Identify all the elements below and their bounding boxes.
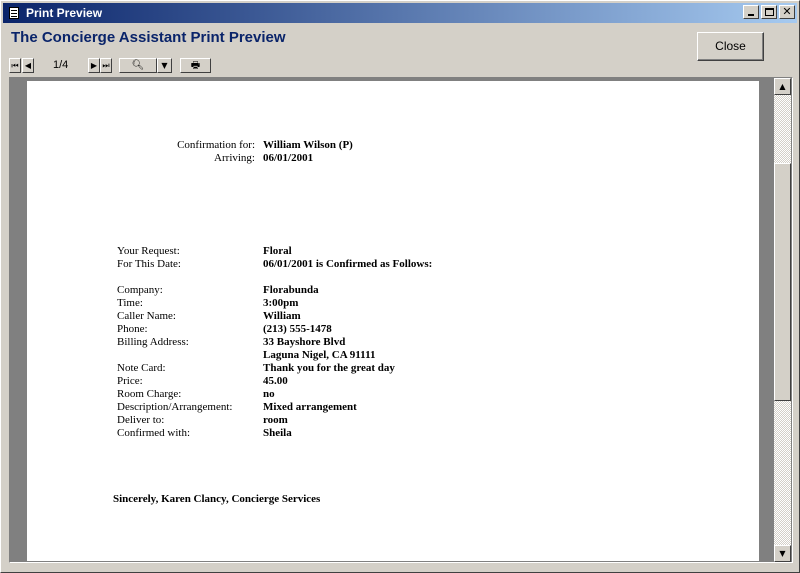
preview-frame: Confirmation for: William Wilson (P) Arr… (9, 77, 793, 563)
confirmation-for-label: Confirmation for: (177, 139, 255, 151)
detail-value: Florabunda (263, 284, 319, 296)
detail-value: Mixed arrangement (263, 401, 357, 413)
chevron-down-icon: ▼ (161, 61, 168, 70)
detail-value: Laguna Nigel, CA 91111 (263, 349, 376, 361)
detail-row: Laguna Nigel, CA 91111 (27, 349, 759, 362)
last-page-button[interactable]: ⏭ (100, 58, 112, 73)
magnifier-icon: 🔍︎ (131, 60, 145, 71)
request-row: Your Request: Floral (27, 245, 759, 258)
request-row: For This Date: 06/01/2001 is Confirmed a… (27, 258, 759, 271)
arriving-value: 06/01/2001 (263, 152, 314, 164)
minimize-button[interactable] (743, 5, 759, 19)
print-preview-icon (6, 6, 22, 20)
vertical-scrollbar[interactable]: ▲ ▼ (774, 78, 791, 562)
print-preview-window: Print Preview ✕ The Concierge Assistant … (0, 0, 800, 573)
detail-value: Sheila (263, 427, 292, 439)
zoom-dropdown-button[interactable]: ▼ (157, 58, 172, 73)
close-icon: ✕ (782, 5, 792, 18)
arrow-up-icon: ▲ (779, 82, 786, 91)
detail-row: Phone: (213) 555-1478 (27, 323, 759, 336)
page-indicator: 1/4 (53, 59, 69, 71)
window-title: Print Preview (26, 6, 103, 20)
arrow-down-icon: ▼ (779, 549, 786, 558)
confirmation-for-value: William Wilson (P) (263, 139, 353, 151)
previous-page-icon: ◀ (24, 61, 32, 70)
preview-toolbar: ⏮ ◀ 1/4 ▶ ⏭ 🔍︎ ▼ 🖶 (9, 58, 309, 74)
for-this-date-value: 06/01/2001 is Confirmed as Follows: (263, 258, 433, 270)
detail-row: Time: 3:00pm (27, 297, 759, 310)
detail-label: Caller Name: (117, 310, 176, 322)
detail-row: Description/Arrangement: Mixed arrangeme… (27, 401, 759, 414)
your-request-label: Your Request: (117, 245, 180, 257)
header-row: Confirmation for: William Wilson (P) (27, 139, 759, 152)
maximize-icon (765, 8, 774, 16)
maximize-button[interactable] (761, 5, 777, 19)
detail-label: Room Charge: (117, 388, 182, 400)
detail-value: room (263, 414, 288, 426)
print-button[interactable]: 🖶 (180, 58, 211, 73)
detail-value: William (263, 310, 301, 322)
zoom-button[interactable]: 🔍︎ (119, 58, 157, 73)
detail-row: Deliver to: room (27, 414, 759, 427)
close-window-button[interactable]: ✕ (779, 5, 795, 19)
detail-row: Confirmed with: Sheila (27, 427, 759, 440)
detail-row: Note Card: Thank you for the great day (27, 362, 759, 375)
detail-label: Billing Address: (117, 336, 189, 348)
detail-label: Deliver to: (117, 414, 165, 426)
detail-value: Thank you for the great day (263, 362, 395, 374)
preview-page: Confirmation for: William Wilson (P) Arr… (27, 81, 759, 561)
detail-row: Company: Florabunda (27, 284, 759, 297)
detail-label: Confirmed with: (117, 427, 191, 439)
detail-value: 45.00 (263, 375, 288, 387)
detail-label: Company: (117, 284, 163, 296)
header-row: Arriving: 06/01/2001 (27, 152, 759, 165)
for-this-date-label: For This Date: (117, 258, 181, 270)
scroll-thumb[interactable] (774, 163, 791, 401)
next-page-button[interactable]: ▶ (88, 58, 100, 73)
detail-label: Price: (117, 375, 143, 387)
previous-page-button[interactable]: ◀ (22, 58, 34, 73)
detail-label: Note Card: (117, 362, 166, 374)
first-page-icon: ⏮ (11, 61, 19, 70)
minimize-icon (748, 14, 754, 16)
last-page-icon: ⏭ (102, 61, 110, 70)
scroll-down-button[interactable]: ▼ (774, 545, 791, 562)
detail-value: 3:00pm (263, 297, 299, 309)
detail-value: (213) 555-1478 (263, 323, 332, 335)
arriving-label: Arriving: (214, 152, 255, 164)
printer-icon: 🖶 (190, 60, 201, 71)
title-bar[interactable]: Print Preview ✕ (3, 3, 797, 23)
close-button[interactable]: Close (697, 32, 764, 61)
detail-value: no (263, 388, 275, 400)
page-title: The Concierge Assistant Print Preview (11, 29, 286, 46)
preview-area[interactable]: Confirmation for: William Wilson (P) Arr… (11, 79, 773, 561)
detail-row: Price: 45.00 (27, 375, 759, 388)
your-request-value: Floral (263, 245, 292, 257)
next-page-icon: ▶ (90, 61, 98, 70)
detail-row: Room Charge: no (27, 388, 759, 401)
first-page-button[interactable]: ⏮ (9, 58, 21, 73)
detail-label: Description/Arrangement: (117, 401, 233, 413)
scroll-up-button[interactable]: ▲ (774, 78, 791, 95)
detail-label: Time: (117, 297, 143, 309)
detail-row: Billing Address: 33 Bayshore Blvd (27, 336, 759, 349)
detail-label: Phone: (117, 323, 148, 335)
signature-line: Sincerely, Karen Clancy, Concierge Servi… (113, 493, 321, 505)
detail-row: Caller Name: William (27, 310, 759, 323)
detail-value: 33 Bayshore Blvd (263, 336, 346, 348)
